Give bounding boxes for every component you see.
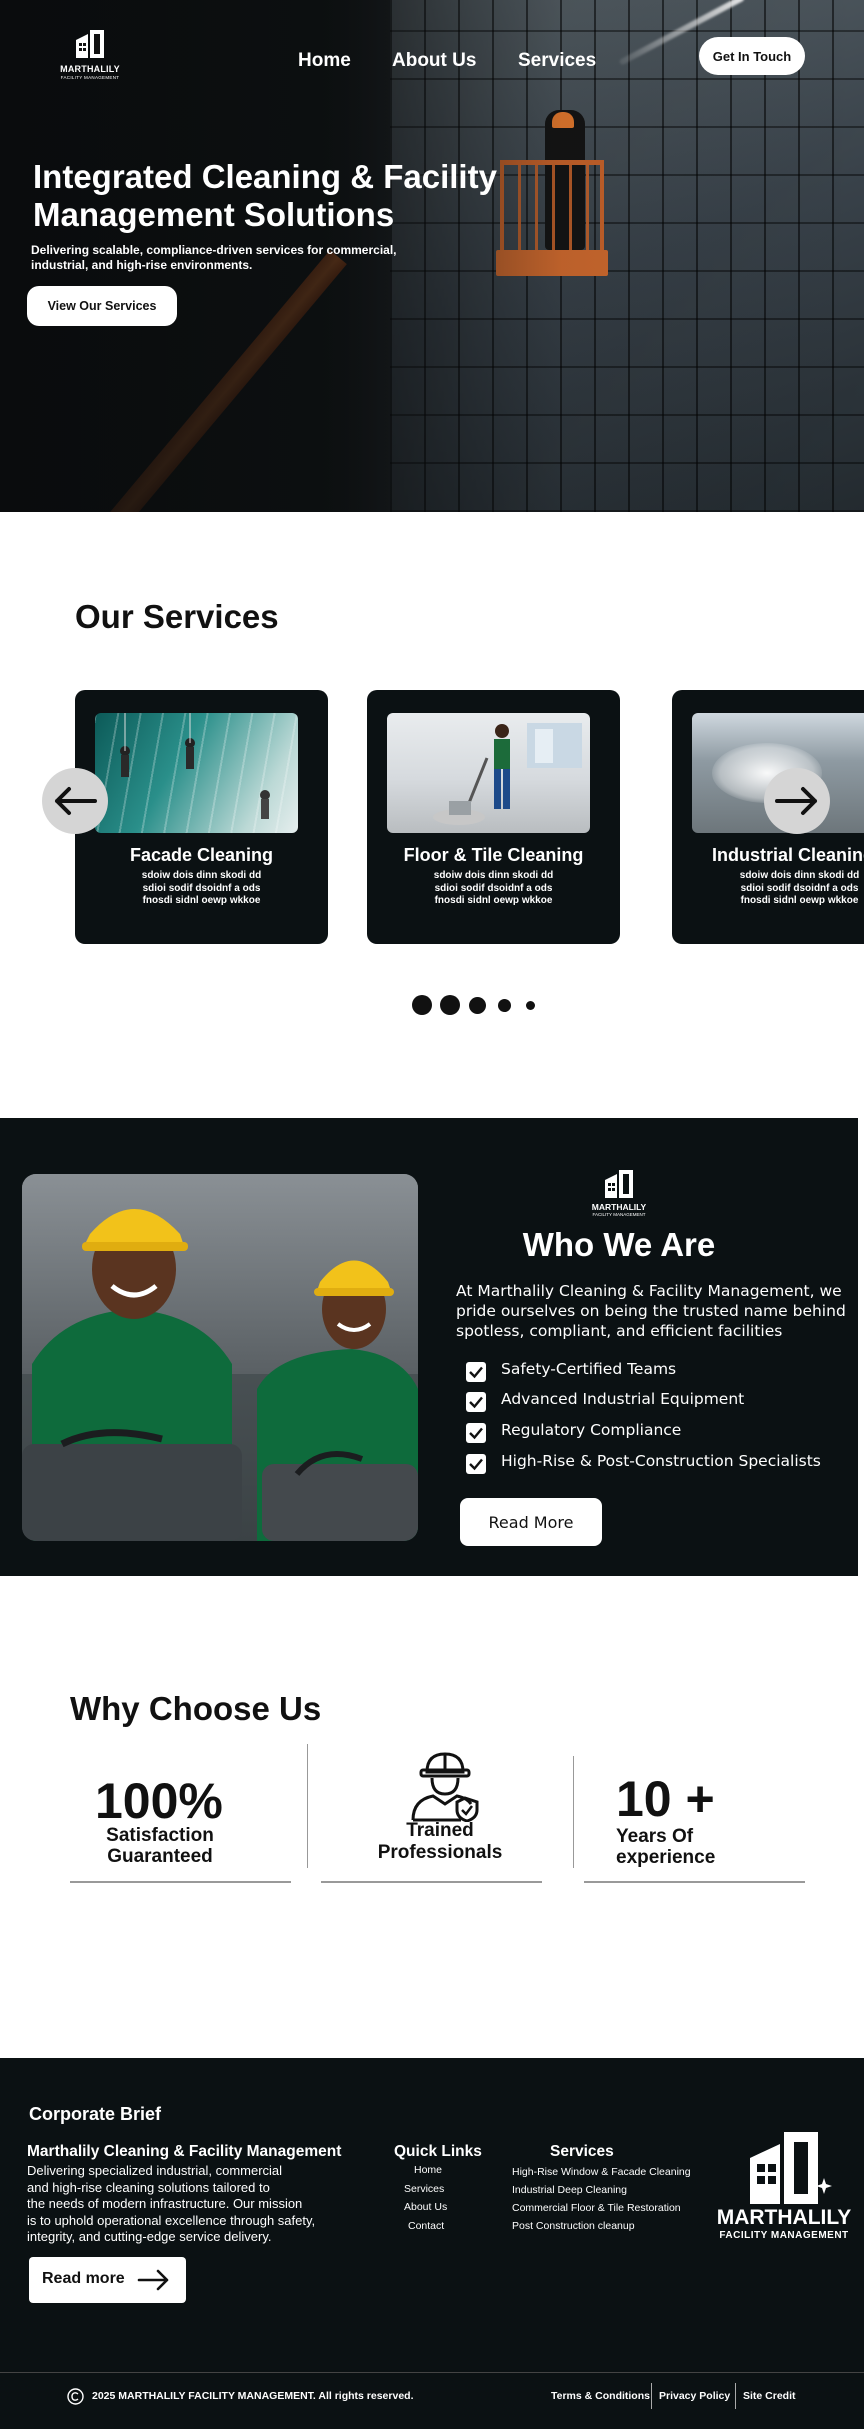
building-logo-icon <box>76 30 104 58</box>
footer-description-line: integrity, and cutting-edge service deli… <box>27 2229 272 2244</box>
stat-value: 10 + <box>616 1771 715 1827</box>
logo-tagline: FACILITY MANAGEMENT <box>60 75 120 80</box>
header-logo[interactable]: MARTHALILY FACILITY MANAGEMENT <box>50 28 130 88</box>
pagination-dot[interactable] <box>440 995 460 1015</box>
checklist-label: High-Rise & Post-Construction Specialist… <box>501 1452 821 1470</box>
floor-cleaning-image <box>387 713 590 833</box>
service-card-facade[interactable]: Facade Cleaning sdoiw dois dinn skodi dd… <box>75 690 328 944</box>
arrow-right-icon <box>137 2269 169 2291</box>
checkbox-checked-icon <box>466 1362 486 1382</box>
checklist-label: Safety-Certified Teams <box>501 1360 677 1378</box>
stat-label-line1: Trained <box>406 1820 474 1841</box>
service-card-title: Facade Cleaning <box>129 845 274 865</box>
checklist-label: Regulatory Compliance <box>501 1421 682 1439</box>
footer-description-line: the needs of modern infrastructure. Our … <box>27 2196 303 2211</box>
footer-logo: MARTHALILY FACILITY MANAGEMENT <box>712 2128 856 2241</box>
about-text: At Marthalily Cleaning & Facility Manage… <box>456 1282 846 1340</box>
checklist-item: Regulatory Compliance <box>466 1421 846 1443</box>
footer-link-separator <box>651 2383 652 2409</box>
nav-about-us[interactable]: About Us <box>392 50 476 72</box>
arrow-left-icon <box>55 787 97 815</box>
terms-link[interactable]: Terms & Conditions <box>551 2390 650 2402</box>
service-card-description: sdoiw dois dinn skodi dd sdioi sodif dso… <box>739 870 860 906</box>
stat-label-line2: Professionals <box>377 1842 503 1863</box>
about-title: Who We Are <box>522 1226 716 1263</box>
hero-title: Integrated Cleaning & Facility Managemen… <box>33 158 497 233</box>
logo-name: MARTHALILY <box>591 1202 647 1212</box>
view-services-button[interactable]: View Our Services <box>27 286 177 326</box>
footer-company-name: Marthalily Cleaning & Facility Managemen… <box>27 2143 342 2160</box>
service-card-floor[interactable]: Floor & Tile Cleaning sdoiw dois dinn sk… <box>367 690 620 944</box>
stat-label-line1: Years Of <box>616 1826 694 1847</box>
checklist-item: High-Rise & Post-Construction Specialist… <box>466 1452 846 1474</box>
footer-description: Delivering specialized industrial, comme… <box>27 2163 315 2246</box>
stat-label-line2: experience <box>616 1847 716 1868</box>
carousel-next-button[interactable] <box>764 768 830 834</box>
worker-shield-icon <box>411 1752 479 1822</box>
checkbox-checked-icon <box>466 1392 486 1412</box>
stat-value: 100% <box>95 1773 223 1829</box>
footer-link-home[interactable]: Home <box>414 2164 442 2176</box>
footer-link-separator <box>735 2383 736 2409</box>
pagination-dot[interactable] <box>469 997 486 1014</box>
stat-underline <box>70 1881 291 1883</box>
copyright-text: 2025 MARTHALILY FACILITY MANAGEMENT. All… <box>92 2390 414 2402</box>
about-read-more-button[interactable]: Read More <box>460 1498 602 1546</box>
carousel-prev-button[interactable] <box>42 768 108 834</box>
footer-link-about-us[interactable]: About Us <box>404 2201 447 2213</box>
facade-cleaning-image <box>95 713 298 833</box>
logo-tagline: FACILITY MANAGEMENT <box>592 1212 646 1217</box>
checkbox-checked-icon <box>466 1423 486 1443</box>
checklist-item: Safety-Certified Teams <box>466 1360 846 1382</box>
building-logo-icon <box>750 2132 832 2204</box>
footer-service-link[interactable]: High-Rise Window & Facade Cleaning <box>512 2166 691 2178</box>
footer-services-title: Services <box>550 2143 614 2160</box>
footer-description-line: is to uphold operational excellence thro… <box>27 2212 316 2228</box>
footer-link-contact[interactable]: Contact <box>408 2220 444 2232</box>
footer-service-link[interactable]: Post Construction cleanup <box>512 2220 635 2232</box>
checklist-item: Advanced Industrial Equipment <box>466 1390 846 1412</box>
service-card-description: sdoiw dois dinn skodi dd sdioi sodif dso… <box>433 870 554 906</box>
footer-read-more-button[interactable]: Read more <box>29 2257 186 2303</box>
checkbox-checked-icon <box>466 1454 486 1474</box>
footer-service-link[interactable]: Commercial Floor & Tile Restoration <box>512 2202 681 2214</box>
hero-subtitle: Delivering scalable, compliance-driven s… <box>31 243 397 272</box>
workers-photo <box>22 1174 418 1541</box>
logo-name: MARTHALILY <box>60 64 120 74</box>
logo-name: MARTHALILY <box>716 2206 852 2229</box>
footer-service-link[interactable]: Industrial Deep Cleaning <box>512 2184 627 2196</box>
services-title: Our Services <box>75 598 279 635</box>
service-card-title: Industrial Cleaning <box>712 845 864 865</box>
pagination-dot[interactable] <box>412 995 432 1015</box>
copyright-icon <box>67 2388 84 2405</box>
why-title: Why Choose Us <box>70 1690 322 1727</box>
service-card-title: Floor & Tile Cleaning <box>403 845 584 865</box>
stat-divider <box>307 1744 308 1868</box>
footer-heading: Corporate Brief <box>29 2104 162 2124</box>
footer-description-line: Delivering specialized industrial, comme… <box>27 2163 283 2178</box>
quick-links-title: Quick Links <box>394 2143 482 2160</box>
checklist-label: Advanced Industrial Equipment <box>501 1390 745 1408</box>
arrow-right-icon <box>775 787 817 815</box>
site-credit-link[interactable]: Site Credit <box>743 2390 796 2402</box>
pagination-dot[interactable] <box>498 999 511 1012</box>
nav-home[interactable]: Home <box>298 50 351 72</box>
stat-underline <box>584 1881 805 1883</box>
about-logo: MARTHALILY FACILITY MANAGEMENT <box>584 1168 654 1217</box>
footer-description-line: and high-rise cleaning solutions tailore… <box>27 2179 270 2195</box>
logo-tagline: FACILITY MANAGEMENT <box>719 2230 849 2241</box>
stat-underline <box>321 1881 542 1883</box>
footer-divider <box>0 2372 864 2373</box>
stat-label-line1: Satisfaction <box>106 1825 214 1846</box>
nav-services[interactable]: Services <box>518 50 596 72</box>
footer-link-services[interactable]: Services <box>404 2183 444 2195</box>
service-card-description: sdoiw dois dinn skodi dd sdioi sodif dso… <box>141 870 262 906</box>
pagination-dot[interactable] <box>526 1001 535 1010</box>
footer-read-more-label: Read more <box>42 2270 125 2287</box>
get-in-touch-button[interactable]: Get In Touch <box>699 37 805 75</box>
building-logo-icon <box>605 1170 633 1198</box>
stat-divider <box>573 1756 574 1868</box>
stat-label-line2: Guaranteed <box>107 1846 213 1867</box>
privacy-link[interactable]: Privacy Policy <box>659 2390 730 2402</box>
